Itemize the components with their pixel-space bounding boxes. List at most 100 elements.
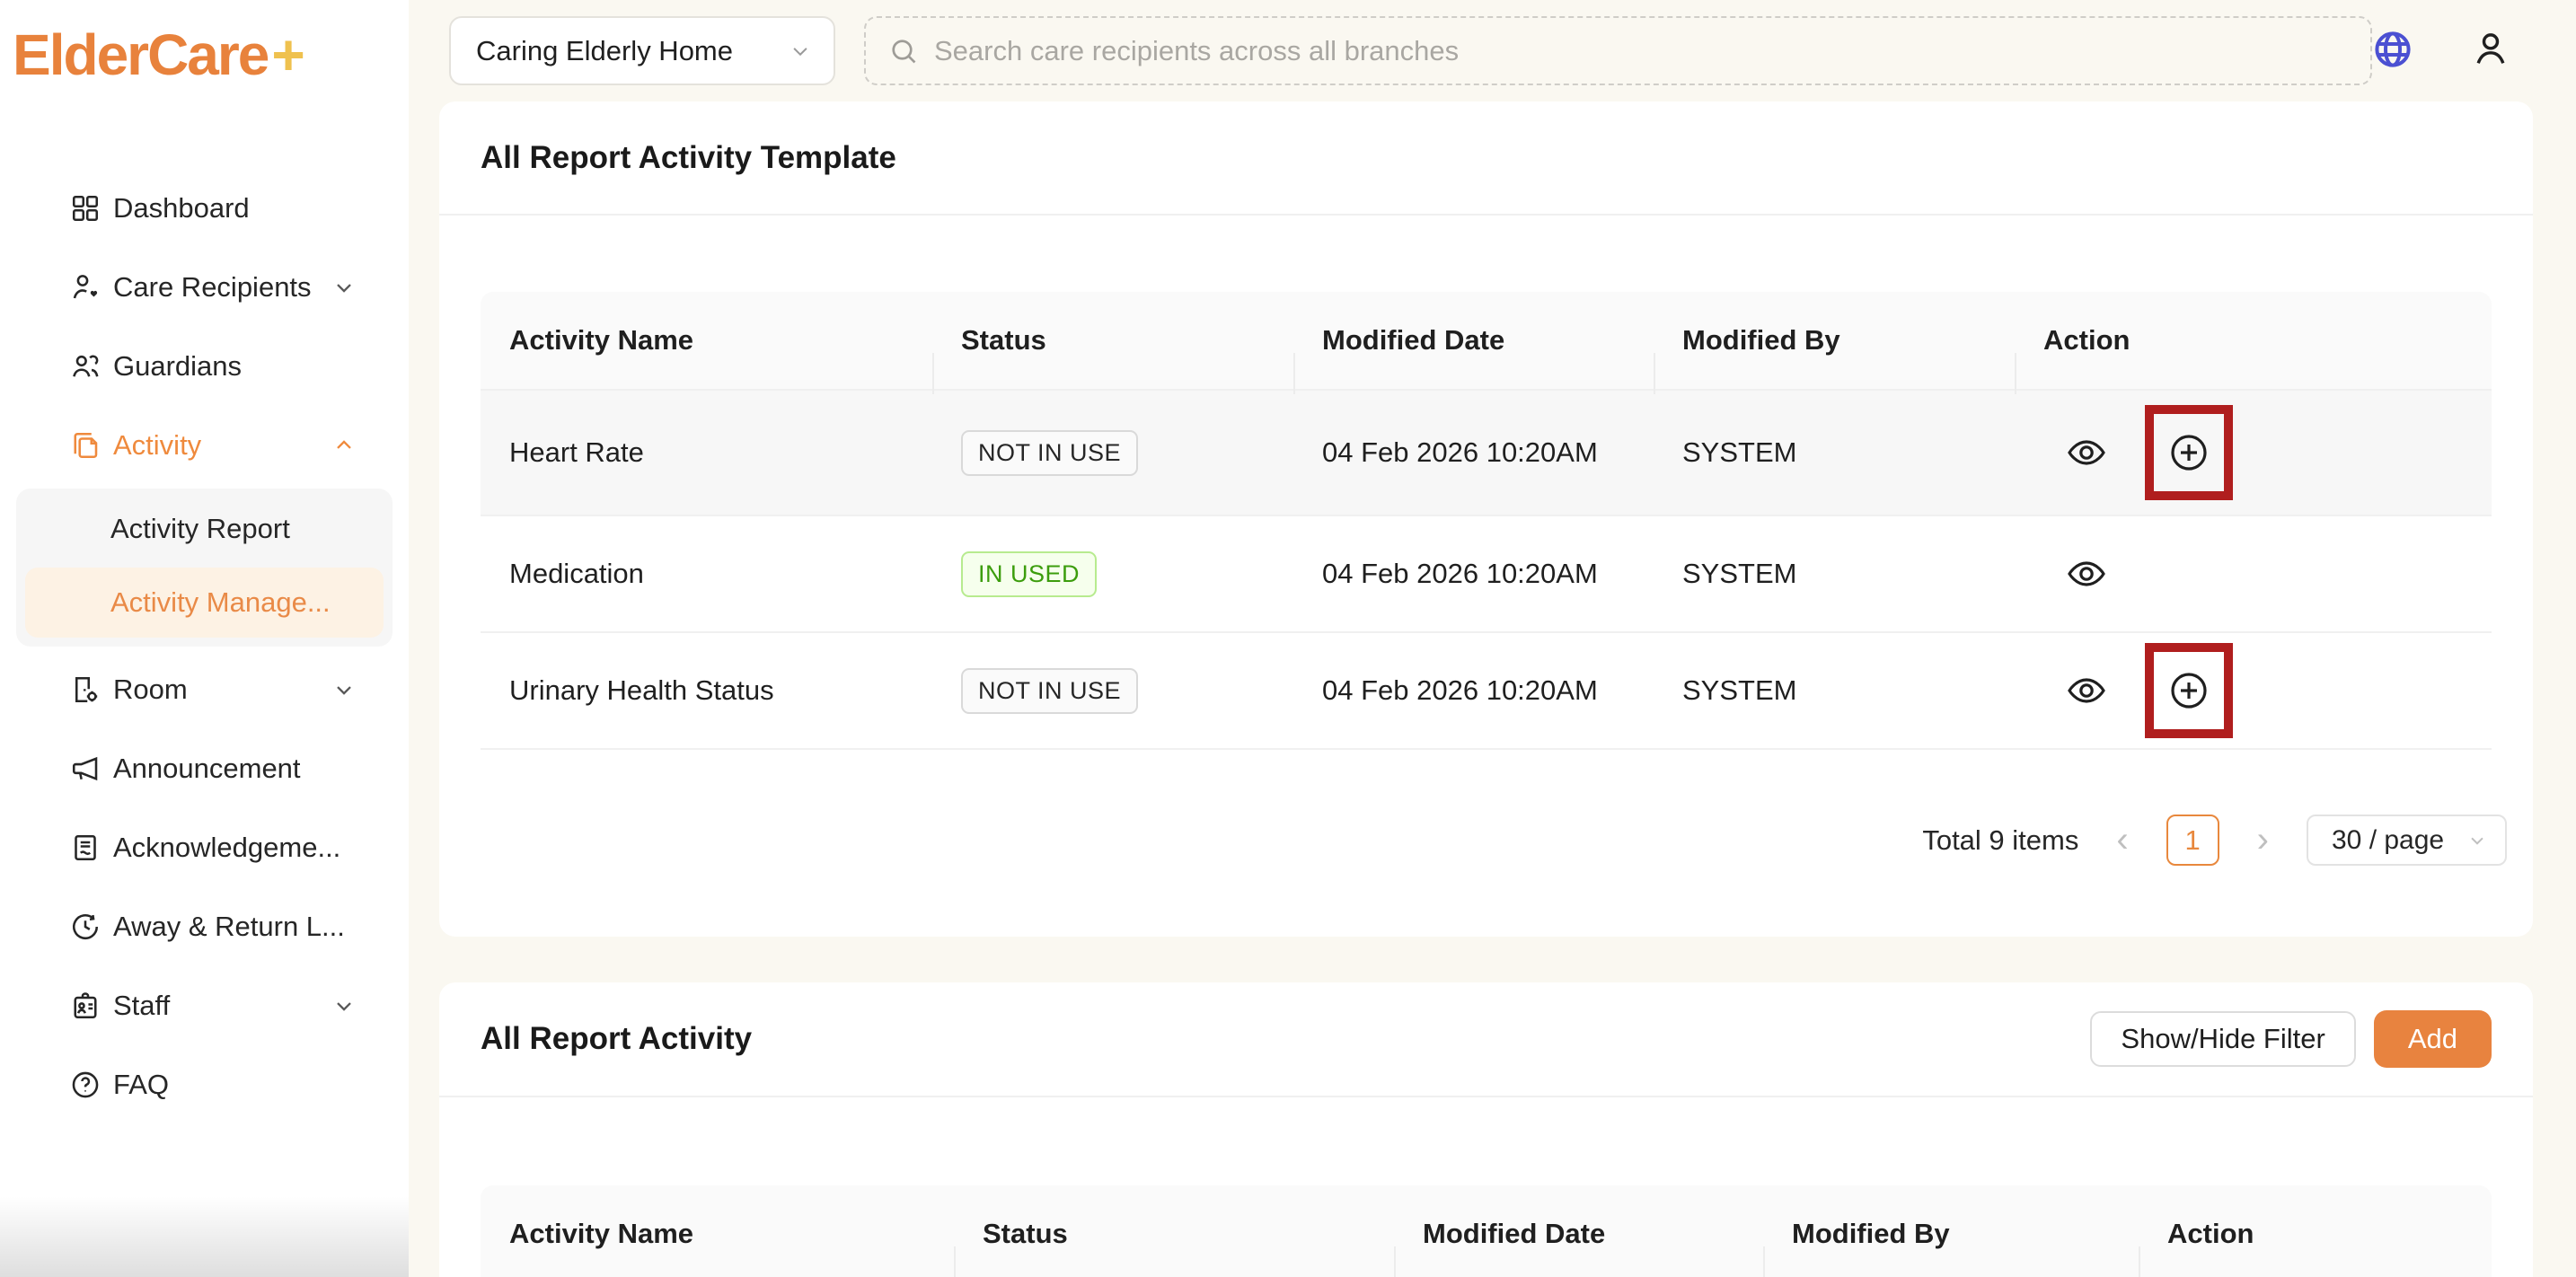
cell-activity-name: Heart Rate	[481, 436, 932, 469]
sidebar-item-label: Care Recipients	[113, 271, 312, 304]
account-button[interactable]	[2470, 28, 2511, 69]
status-badge: IN USED	[961, 551, 1097, 597]
sidebar-item-label: Guardians	[113, 350, 242, 383]
activity-clipboard-icon	[69, 429, 101, 462]
plus-circle-icon	[2167, 431, 2210, 474]
cell-status: NOT IN USE	[932, 430, 1293, 476]
branch-selector[interactable]: Caring Elderly Home	[449, 16, 835, 85]
sidebar-item-announcement[interactable]: Announcement	[0, 729, 409, 808]
cell-status: NOT IN USE	[932, 668, 1293, 714]
sidebar-item-label: Dashboard	[113, 192, 250, 225]
cell-modified-by: SYSTEM	[1654, 436, 2015, 469]
sidebar-item-room[interactable]: Room	[0, 650, 409, 729]
submenu-item-label: Activity Manage...	[110, 586, 331, 619]
sidebar-item-activity-management[interactable]: Activity Manage...	[25, 568, 384, 638]
cell-activity-name: Urinary Health Status	[481, 674, 932, 707]
cell-modified-date: 04 Feb 2026 10:20AM	[1293, 558, 1654, 590]
activity-panel-actions: Show/Hide Filter Add	[2090, 1010, 2492, 1068]
report-activity-template-panel: All Report Activity Template Activity Na…	[439, 101, 2533, 937]
cell-status: IN USED	[932, 551, 1293, 597]
cell-actions	[2015, 431, 2492, 474]
room-door-icon	[69, 674, 101, 706]
sidebar-item-guardians[interactable]: Guardians	[0, 327, 409, 406]
chevron-down-icon	[331, 677, 357, 702]
view-icon[interactable]	[2065, 552, 2108, 595]
sidebar-item-staff[interactable]: Staff	[0, 966, 409, 1045]
search-icon	[887, 35, 920, 67]
add-button[interactable]: Add	[2374, 1010, 2492, 1068]
table-row: Urinary Health Status NOT IN USE 04 Feb …	[481, 633, 2492, 750]
sidebar-item-activity-report[interactable]: Activity Report	[16, 490, 393, 568]
page-title: All Report Activity Template	[481, 140, 896, 176]
care-recipient-icon	[69, 271, 101, 304]
chevron-down-icon	[331, 275, 357, 300]
table-row: Heart Rate NOT IN USE 04 Feb 2026 10:20A…	[481, 391, 2492, 516]
sidebar-item-label: Activity	[113, 429, 201, 462]
add-action-annotated[interactable]	[2167, 431, 2210, 474]
pagination: Total 9 items ‹ 1 › 30 / page	[1922, 815, 2507, 866]
app-logo: ElderCare+	[13, 22, 304, 88]
sidebar-item-label: Acknowledgeme...	[113, 832, 340, 864]
globe-icon	[2371, 28, 2414, 71]
table-row: Medication IN USED 04 Feb 2026 10:20AM S…	[481, 516, 2492, 633]
search-input[interactable]	[934, 35, 2349, 67]
sidebar-item-label: Away & Return L...	[113, 911, 345, 943]
chevron-down-icon	[331, 993, 357, 1018]
column-header-status: Status	[932, 324, 1293, 357]
pagination-total: Total 9 items	[1922, 824, 2078, 857]
sidebar-item-activity[interactable]: Activity	[0, 406, 409, 485]
column-header-modified-by: Modified By	[1763, 1218, 2139, 1250]
status-badge: NOT IN USE	[961, 668, 1138, 714]
chevron-down-icon	[787, 38, 814, 65]
branch-selector-value: Caring Elderly Home	[476, 35, 787, 67]
template-table-header: Activity Name Status Modified Date Modif…	[481, 292, 2492, 391]
view-icon[interactable]	[2065, 431, 2108, 474]
column-header-modified-date: Modified Date	[1394, 1218, 1763, 1250]
sidebar-nav: Dashboard Care Recipients Guardians Acti…	[0, 169, 409, 1124]
question-circle-icon	[69, 1069, 101, 1101]
chevron-up-icon	[331, 433, 357, 458]
sidebar-item-faq[interactable]: FAQ	[0, 1045, 409, 1124]
pagination-prev-button[interactable]: ‹	[2116, 815, 2128, 866]
sidebar-item-acknowledgement[interactable]: Acknowledgeme...	[0, 808, 409, 887]
cell-modified-date: 04 Feb 2026 10:20AM	[1293, 436, 1654, 469]
cell-modified-by: SYSTEM	[1654, 674, 2015, 707]
activity-panel-header: All Report Activity Show/Hide Filter Add	[439, 982, 2533, 1097]
megaphone-icon	[69, 753, 101, 785]
column-header-modified-date: Modified Date	[1293, 324, 1654, 357]
add-action-annotated[interactable]	[2167, 669, 2210, 712]
page-size-selector[interactable]: 30 / page	[2307, 815, 2507, 866]
sidebar: ElderCare+ Dashboard Care Recipients Gua…	[0, 0, 409, 1277]
pagination-page-1[interactable]: 1	[2166, 815, 2219, 866]
cell-actions	[2015, 669, 2492, 712]
column-header-activity-name: Activity Name	[481, 1218, 954, 1250]
sidebar-item-label: Staff	[113, 990, 170, 1022]
dashboard-grid-icon	[69, 192, 101, 225]
sidebar-item-away-return[interactable]: Away & Return L...	[0, 887, 409, 966]
logo-plus-icon: +	[271, 22, 303, 87]
section-title: All Report Activity	[481, 1021, 752, 1057]
report-activity-panel: All Report Activity Show/Hide Filter Add…	[439, 982, 2533, 1277]
sidebar-item-label: Announcement	[113, 753, 301, 785]
cell-modified-date: 04 Feb 2026 10:20AM	[1293, 674, 1654, 707]
sidebar-item-label: Room	[113, 674, 188, 706]
status-badge: NOT IN USE	[961, 430, 1138, 476]
sidebar-item-dashboard[interactable]: Dashboard	[0, 169, 409, 248]
logo-text: ElderCare	[13, 22, 268, 87]
global-search[interactable]	[864, 16, 2372, 85]
pagination-next-button[interactable]: ›	[2257, 815, 2269, 866]
staff-badge-icon	[69, 990, 101, 1022]
view-icon[interactable]	[2065, 669, 2108, 712]
sidebar-item-care-recipients[interactable]: Care Recipients	[0, 248, 409, 327]
cell-actions	[2015, 552, 2492, 595]
column-header-status: Status	[954, 1218, 1394, 1250]
sidebar-item-label: FAQ	[113, 1069, 169, 1101]
page-size-value: 30 / page	[2332, 825, 2457, 856]
submenu-item-label: Activity Report	[110, 513, 290, 545]
show-hide-filter-button[interactable]: Show/Hide Filter	[2090, 1011, 2355, 1067]
activity-table: Activity Name Status Modified Date Modif…	[481, 1185, 2492, 1277]
user-icon	[2470, 28, 2511, 69]
language-button[interactable]	[2371, 28, 2414, 71]
cell-modified-by: SYSTEM	[1654, 558, 2015, 590]
column-header-action: Action	[2139, 1218, 2492, 1250]
